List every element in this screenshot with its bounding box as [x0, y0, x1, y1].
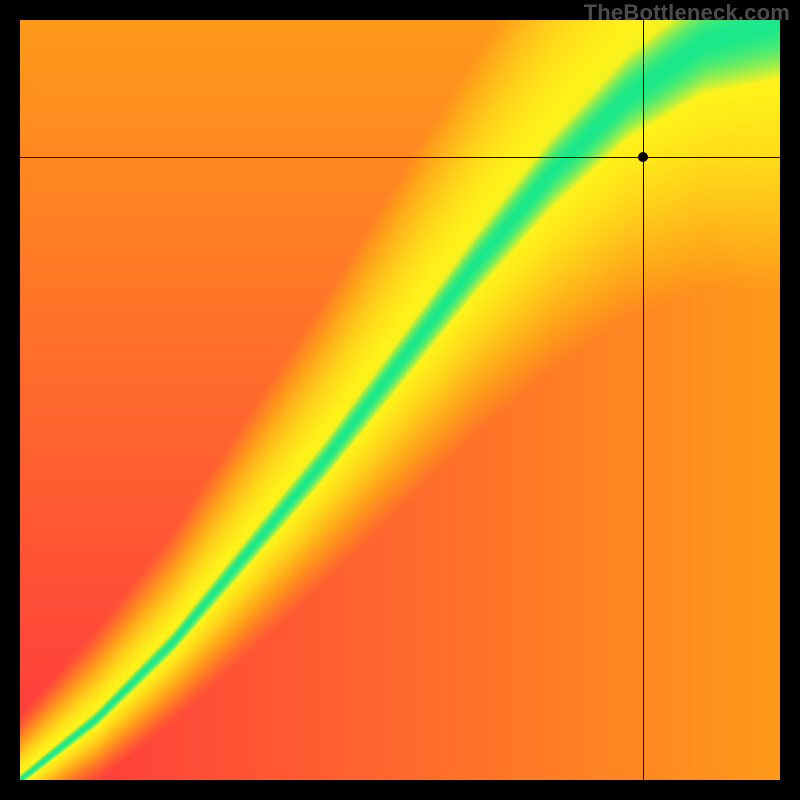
crosshair-horizontal	[20, 157, 780, 158]
selected-point-marker	[638, 152, 648, 162]
crosshair-vertical	[643, 20, 644, 780]
watermark-source: TheBottleneck.com	[584, 0, 790, 26]
chart-stage: TheBottleneck.com	[0, 0, 800, 800]
bottleneck-heatmap	[20, 20, 780, 780]
